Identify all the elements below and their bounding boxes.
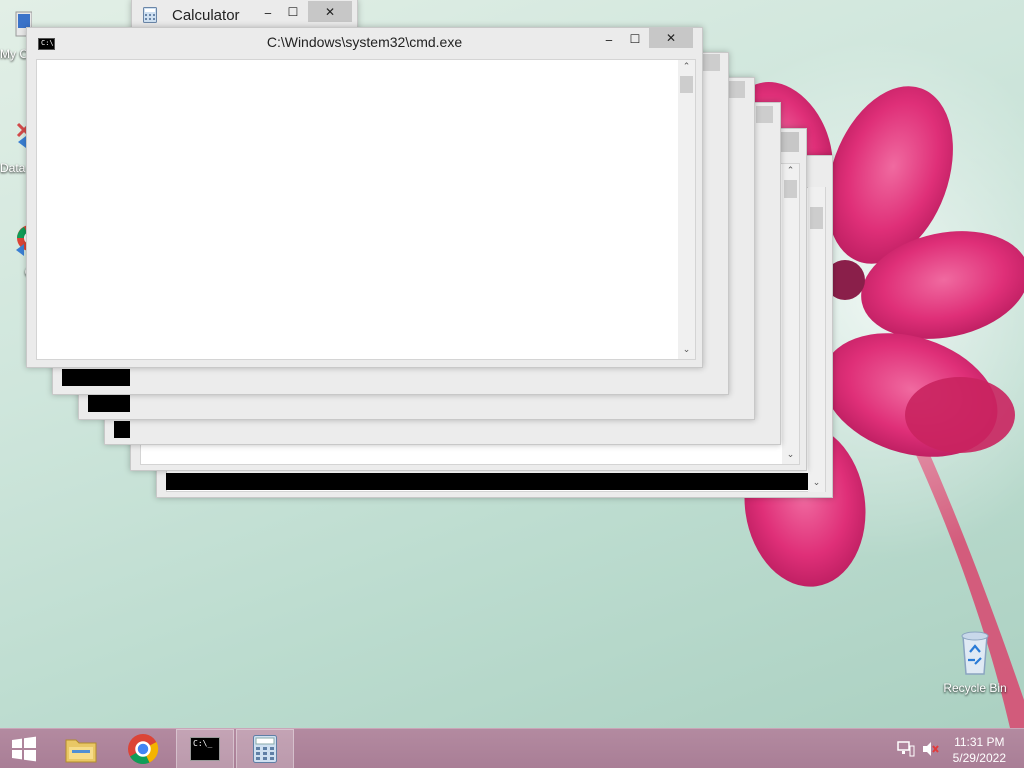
vertical-scrollbar[interactable]: ⌄ — [808, 187, 825, 492]
maximize-button[interactable]: ☐ — [282, 2, 304, 22]
volume-muted-icon[interactable] — [922, 741, 940, 757]
scroll-up-arrow[interactable]: ⌃ — [782, 164, 799, 178]
file-explorer-icon — [65, 739, 97, 763]
calculator-title: Calculator — [172, 7, 240, 24]
minimize-button[interactable]: ‒ — [598, 30, 620, 50]
minimize-button[interactable]: ‒ — [257, 3, 279, 23]
recycle-bin-icon[interactable]: Recycle Bin — [942, 630, 1008, 695]
vertical-scrollbar[interactable]: ⌃ ⌄ — [678, 60, 695, 359]
maximize-button[interactable]: ☐ — [624, 29, 646, 49]
scroll-thumb[interactable] — [680, 76, 693, 93]
calculator-icon — [143, 7, 157, 23]
console-text-bar — [166, 473, 808, 490]
scroll-down-arrow[interactable]: ⌄ — [782, 448, 799, 462]
calculator-icon — [253, 735, 277, 763]
scroll-down-arrow[interactable]: ⌄ — [678, 343, 695, 357]
close-button[interactable] — [756, 106, 773, 123]
start-icon — [12, 736, 36, 762]
console-text-bar — [62, 369, 130, 386]
scroll-down-arrow[interactable]: ⌄ — [808, 476, 825, 490]
taskbar-file-explorer[interactable] — [52, 729, 110, 768]
trash-bin-icon — [961, 631, 989, 675]
close-button[interactable]: ✕ — [308, 1, 352, 22]
network-icon[interactable] — [897, 741, 915, 757]
cmd-main-window[interactable]: C:\ C:\Windows\system32\cmd.exe ‒ ☐ ✕ ⌃ … — [26, 27, 703, 368]
taskbar-chrome[interactable] — [114, 729, 172, 768]
clock-date: 5/29/2022 — [952, 751, 1006, 765]
cmd-icon: C:\_ — [190, 737, 220, 761]
taskbar-calculator[interactable] — [236, 729, 294, 768]
system-clock[interactable]: 11:31 PM 5/29/2022 — [953, 734, 1006, 766]
scroll-thumb[interactable] — [810, 207, 823, 229]
chrome-icon — [128, 734, 159, 764]
vertical-scrollbar[interactable]: ⌃ ⌄ — [782, 164, 799, 464]
console-text-bar — [88, 395, 130, 412]
start-button[interactable] — [0, 729, 48, 768]
calculator-window[interactable]: Calculator ‒ ☐ ✕ — [131, 0, 358, 30]
taskbar: C:\_ 11:31 PM 5/29/2022 — [0, 728, 1024, 768]
console-text-bar — [114, 421, 130, 438]
recycle-bin-label: Recycle Bin — [943, 681, 1007, 695]
close-button[interactable] — [703, 54, 720, 71]
close-button[interactable] — [728, 81, 745, 98]
clock-time: 11:31 PM — [954, 735, 1005, 749]
cmd-console-area[interactable]: ⌃ ⌄ — [36, 59, 696, 360]
close-button[interactable]: ✕ — [649, 28, 693, 48]
taskbar-cmd[interactable]: C:\_ — [176, 729, 234, 768]
scroll-up-arrow[interactable]: ⌃ — [678, 60, 695, 74]
scroll-thumb[interactable] — [784, 180, 797, 198]
